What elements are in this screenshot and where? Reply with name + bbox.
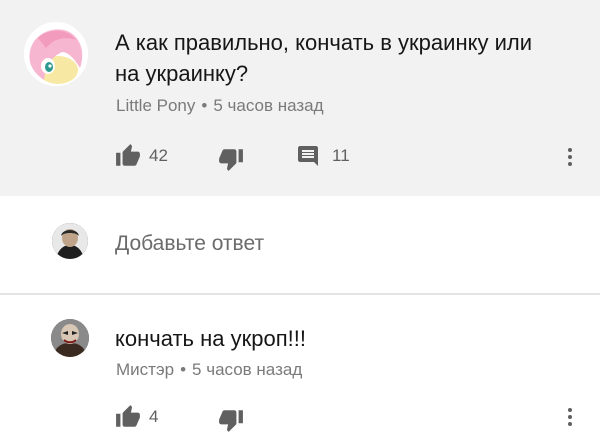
comment-meta: Мистэр • 5 часов назад [116,360,302,380]
reply-button[interactable]: 11 [296,144,350,168]
comment-time: 5 часов назад [192,360,303,379]
more-options-button[interactable] [558,405,582,429]
dislike-button[interactable] [218,407,244,433]
reply-count: 11 [332,146,350,165]
comment-text: кончать на укроп!!! [115,326,306,351]
more-options-button[interactable] [558,145,582,169]
meta-separator: • [201,96,208,115]
add-reply-row[interactable]: Добавьте ответ [0,196,600,293]
like-button[interactable]: 42 [115,143,168,169]
comment-author[interactable]: Little Pony [116,96,195,115]
comment-text-line-1: А как правильно, кончать в украинку или [115,30,532,55]
thumbs-up-icon [115,143,141,169]
highlighted-comment: А как правильно, кончать в украинку или … [0,0,600,196]
meta-separator: • [180,360,187,379]
thumbs-down-icon [218,146,244,172]
add-reply-input[interactable]: Добавьте ответ [115,232,264,256]
like-button[interactable]: 4 [115,404,158,430]
like-count: 42 [149,146,168,165]
more-vert-icon [558,408,582,433]
comment-time: 5 часов назад [213,96,324,115]
reply-comment: кончать на укроп!!! Мистэр • 5 часов назад… [0,295,600,445]
mister-avatar[interactable] [51,319,89,357]
user-avatar [52,223,88,259]
like-count: 4 [149,407,159,426]
pony-avatar[interactable] [24,22,88,86]
more-vert-icon [558,148,582,173]
thumbs-down-icon [218,407,244,433]
dislike-button[interactable] [218,146,244,172]
thumbs-up-icon [115,404,141,430]
comment-author[interactable]: Мистэр [116,360,174,379]
comment-icon [296,144,320,168]
comment-text-line-2: на украинку? [115,61,249,86]
comment-text: А как правильно, кончать в украинку или … [115,27,575,89]
comment-meta: Little Pony • 5 часов назад [116,96,324,116]
